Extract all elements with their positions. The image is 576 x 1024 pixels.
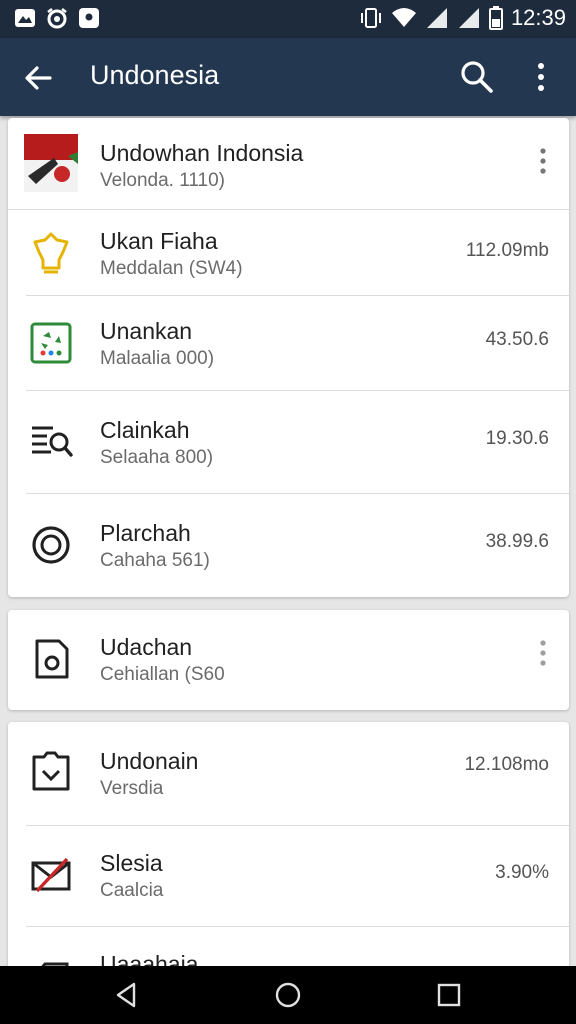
battery-icon <box>488 6 503 30</box>
target-icon <box>24 518 78 572</box>
item-size: 112.09mb <box>465 240 549 261</box>
item-subtitle: Cahaha 561) <box>100 550 210 571</box>
list-item[interactable]: Unankan Malaalia 000) 43.50.6 <box>8 296 569 390</box>
list-item[interactable]: Ukan Fiaha Meddalan (SW4) 112.09mb <box>8 210 569 295</box>
item-title: Slesia <box>100 850 163 876</box>
item-overflow-icon[interactable] <box>533 146 553 176</box>
status-left-icons <box>14 7 100 29</box>
item-title: Undonain <box>100 748 199 774</box>
list-search-icon <box>24 413 78 467</box>
list-item[interactable]: Slesia Caalcia 3.90% <box>8 826 569 926</box>
app-list-card: Undonain Versdia 12.108mo Slesia Caalcia… <box>8 722 569 982</box>
list-item[interactable]: Plarchah Cahaha 561) 38.99.6 <box>8 494 569 597</box>
item-subtitle: Malaalia 000) <box>100 348 215 369</box>
app-list-card: Udachan Cehiallan (S60 <box>8 610 569 710</box>
item-title: Clainkah <box>100 417 190 443</box>
vibrate-icon <box>360 8 381 28</box>
list-item[interactable]: Undonain Versdia 12.108mo <box>8 722 569 825</box>
status-right-icons: 12:39 <box>359 5 566 31</box>
wifi-icon <box>391 8 416 27</box>
app-list-card: Undowhan Indonsia Velonda. 1110) Ukan Fi… <box>8 118 569 597</box>
clock: 12:39 <box>510 5 566 30</box>
navigation-bar <box>0 966 576 1024</box>
mail-cross-icon <box>24 848 78 902</box>
item-subtitle: Velonda. 1110) <box>100 170 226 191</box>
item-subtitle: Versdia <box>100 778 164 799</box>
camera-file-icon <box>24 632 78 686</box>
flag-thumbnail <box>24 134 78 192</box>
list-item[interactable]: Clainkah Selaaha 800) 19.30.6 <box>8 391 569 493</box>
item-subtitle: Meddalan (SW4) <box>100 258 243 279</box>
recents-square-icon[interactable] <box>434 980 464 1010</box>
list-item[interactable]: Undowhan Indonsia Velonda. 1110) <box>8 118 569 209</box>
item-title: Udachan <box>100 634 193 660</box>
alarm-icon <box>47 8 67 29</box>
image-icon <box>15 9 35 27</box>
item-title: Unankan <box>100 318 193 344</box>
back-arrow-icon[interactable] <box>20 60 56 96</box>
item-subtitle: Caalcia <box>100 880 164 901</box>
item-overflow-icon[interactable] <box>533 638 553 668</box>
item-size: 43.50.6 <box>485 329 549 350</box>
overflow-menu-icon[interactable] <box>524 58 558 96</box>
notification-icon <box>79 8 99 28</box>
search-icon[interactable] <box>458 58 496 96</box>
item-size: 38.99.6 <box>485 531 549 552</box>
item-size: 19.30.6 <box>485 428 549 449</box>
item-size: 3.90% <box>495 862 549 883</box>
home-circle-icon[interactable] <box>273 980 303 1010</box>
signal-icon <box>426 8 447 28</box>
status-bar: 12:39 <box>0 0 576 38</box>
back-triangle-icon[interactable] <box>112 980 142 1010</box>
recycle-icon <box>24 316 78 370</box>
clipboard-check-icon <box>24 744 78 798</box>
app-bar: Undonesia <box>0 38 576 116</box>
item-title: Ukan Fiaha <box>100 228 218 254</box>
page-title: Undonesia <box>90 60 220 90</box>
signal-icon-2 <box>458 8 479 28</box>
list-item[interactable]: Udachan Cehiallan (S60 <box>8 610 569 710</box>
lightbulb-icon <box>24 225 78 279</box>
item-size: 12.108mo <box>464 754 549 775</box>
item-title: Undowhan Indonsia <box>100 140 304 166</box>
item-subtitle: Selaaha 800) <box>100 447 214 468</box>
item-title: Plarchah <box>100 520 191 546</box>
item-subtitle: Cehiallan (S60 <box>100 664 225 685</box>
